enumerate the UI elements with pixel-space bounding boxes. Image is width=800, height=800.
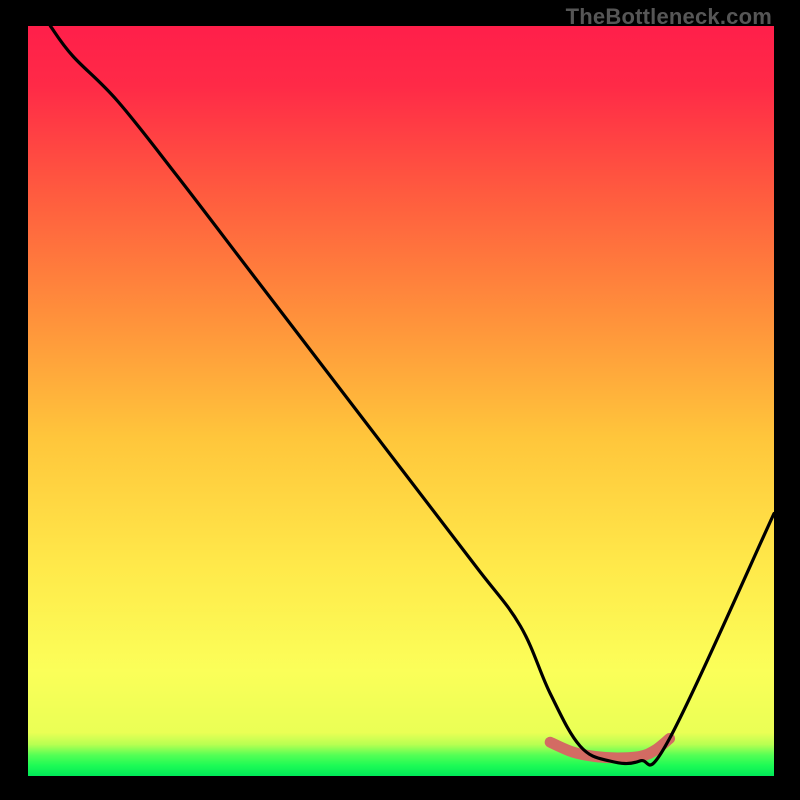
plot-area [28, 26, 774, 776]
chart-curves [28, 26, 774, 776]
bottleneck-curve-line [50, 26, 774, 765]
watermark-text: TheBottleneck.com [566, 4, 772, 30]
optimal-plateau-line [550, 739, 669, 759]
